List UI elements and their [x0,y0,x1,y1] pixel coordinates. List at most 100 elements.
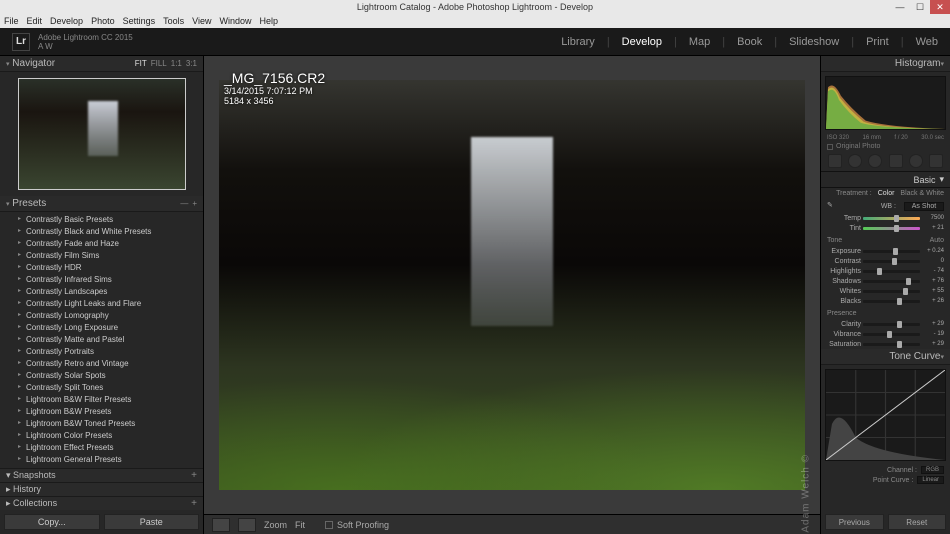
preset-folder[interactable]: Contrastly Infrared Sims [0,274,203,286]
vibrance-slider[interactable] [863,333,920,336]
tone-curve-chart[interactable] [825,369,946,461]
wb-dropper-icon[interactable]: ✎ [827,201,837,211]
preset-folder[interactable]: Contrastly Basic Presets [0,214,203,226]
preset-folder[interactable]: Lightroom Video Presets [0,466,203,468]
preset-folder[interactable]: Contrastly Light Leaks and Flare [0,298,203,310]
temp-slider[interactable] [863,217,920,220]
shadows-slider[interactable] [863,280,920,283]
basic-panel-header[interactable]: Basic ▾ [821,172,950,188]
pointcurve-dropdown[interactable]: Linear [917,476,944,484]
menu-develop[interactable]: Develop [50,16,83,26]
menu-tools[interactable]: Tools [163,16,184,26]
main-image[interactable] [219,80,805,490]
center-area: _MG_7156.CR2 3/14/2015 7:07:12 PM 5184 x… [204,56,820,534]
tint-slider[interactable] [863,227,920,230]
preset-folder[interactable]: Contrastly Matte and Pastel [0,334,203,346]
radial-filter-icon[interactable] [909,154,923,168]
preset-folder[interactable]: Contrastly Landscapes [0,286,203,298]
highlights-slider[interactable] [863,270,920,273]
preset-folder[interactable]: Contrastly Black and White Presets [0,226,203,238]
histogram-chart[interactable] [825,76,946,130]
preset-folder[interactable]: Lightroom B&W Filter Presets [0,394,203,406]
preset-folder[interactable]: Contrastly Film Sims [0,250,203,262]
original-photo-checkbox[interactable] [827,144,833,150]
preset-folder[interactable]: Contrastly Fade and Haze [0,238,203,250]
preset-folder[interactable]: Contrastly Lomography [0,310,203,322]
blacks-slider[interactable] [863,300,920,303]
nav-fit[interactable]: FIT [135,59,147,68]
collections-header[interactable]: ▸ Collections+ [0,496,203,510]
presets-plus-icon[interactable]: + [192,199,197,208]
histogram-header[interactable]: Histogram ▾ [821,56,950,72]
navigator-header[interactable]: ▾ Navigator FIT FILL 1:1 3:1 [0,56,203,72]
module-develop[interactable]: Develop [622,36,662,48]
module-map[interactable]: Map [689,36,710,48]
exposure-label: Exposure [827,248,861,255]
nav-3to1[interactable]: 3:1 [186,59,197,68]
wb-dropdown[interactable]: As Shot [904,202,944,211]
clarity-label: Clarity [827,321,861,328]
minimize-button[interactable]: — [890,0,910,14]
module-slideshow[interactable]: Slideshow [789,36,839,48]
preset-folder[interactable]: Lightroom Color Presets [0,430,203,442]
previous-button[interactable]: Previous [825,514,884,530]
highlights-value: - 74 [922,268,944,274]
paste-button[interactable]: Paste [104,514,200,530]
preset-folder[interactable]: Lightroom Effect Presets [0,442,203,454]
module-web[interactable]: Web [916,36,938,48]
presets-header[interactable]: ▾ Presets — + [0,196,203,212]
develop-tool-strip [821,151,950,172]
redeye-tool-icon[interactable] [868,154,882,168]
preset-folder[interactable]: Lightroom B&W Toned Presets [0,418,203,430]
reset-button[interactable]: Reset [888,514,947,530]
loupe-view-button[interactable] [212,518,230,532]
menu-file[interactable]: File [4,16,19,26]
preset-folder[interactable]: Contrastly Portraits [0,346,203,358]
nav-1to1[interactable]: 1:1 [171,59,182,68]
preset-folder[interactable]: Contrastly Solar Spots [0,370,203,382]
history-header[interactable]: ▸ History [0,482,203,496]
crop-tool-icon[interactable] [828,154,842,168]
contrast-slider[interactable] [863,260,920,263]
navigator-thumbnail[interactable] [18,78,186,190]
brush-tool-icon[interactable] [929,154,943,168]
grad-filter-icon[interactable] [889,154,903,168]
close-button[interactable]: ✕ [930,0,950,14]
preset-folder[interactable]: Lightroom General Presets [0,454,203,466]
exposure-slider[interactable] [863,250,920,253]
treatment-bw[interactable]: Black & White [900,190,944,197]
channel-dropdown[interactable]: RGB [921,466,944,474]
saturation-slider[interactable] [863,343,920,346]
whites-slider[interactable] [863,290,920,293]
preset-folder[interactable]: Lightroom B&W Presets [0,406,203,418]
nav-fill[interactable]: FILL [151,59,167,68]
menu-photo[interactable]: Photo [91,16,115,26]
zoom-fit[interactable]: Fit [295,520,305,530]
whites-value: + 55 [922,288,944,294]
viewport[interactable]: _MG_7156.CR2 3/14/2015 7:07:12 PM 5184 x… [204,56,820,514]
menu-help[interactable]: Help [260,16,279,26]
menu-settings[interactable]: Settings [123,16,156,26]
maximize-button[interactable]: ☐ [910,0,930,14]
preset-folder[interactable]: Contrastly HDR [0,262,203,274]
menu-edit[interactable]: Edit [27,16,43,26]
auto-tone-button[interactable]: Auto [930,237,944,244]
vibrance-value: - 19 [922,331,944,337]
snapshots-header[interactable]: ▾ Snapshots+ [0,468,203,482]
module-library[interactable]: Library [561,36,595,48]
preset-folder[interactable]: Contrastly Retro and Vintage [0,358,203,370]
tonecurve-header[interactable]: Tone Curve ▾ [821,349,950,365]
soft-proofing-checkbox[interactable] [325,521,333,529]
treatment-color[interactable]: Color [878,190,895,197]
clarity-slider[interactable] [863,323,920,326]
presets-minus-icon[interactable]: — [180,199,188,208]
copy-button[interactable]: Copy... [4,514,100,530]
menu-view[interactable]: View [192,16,211,26]
preset-folder[interactable]: Contrastly Split Tones [0,382,203,394]
module-print[interactable]: Print [866,36,889,48]
spot-tool-icon[interactable] [848,154,862,168]
compare-view-button[interactable] [238,518,256,532]
menu-window[interactable]: Window [220,16,252,26]
preset-folder[interactable]: Contrastly Long Exposure [0,322,203,334]
module-book[interactable]: Book [737,36,762,48]
